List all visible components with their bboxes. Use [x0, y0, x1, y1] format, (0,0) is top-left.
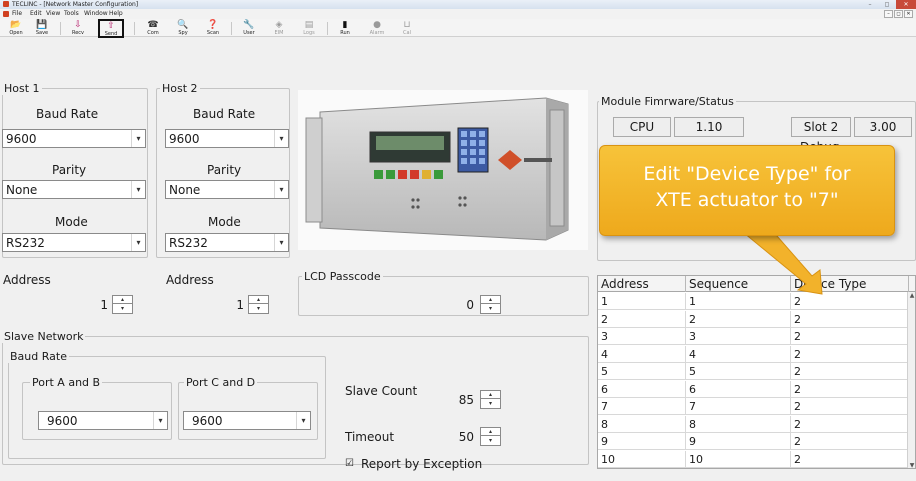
instruction-callout: Edit "Device Type" for XTE actuator to "…	[599, 145, 895, 236]
callout-line-1: Edit "Device Type" for	[643, 163, 851, 185]
callout-line-2: XTE actuator to "7"	[655, 189, 839, 211]
callout-arrow	[736, 227, 823, 295]
